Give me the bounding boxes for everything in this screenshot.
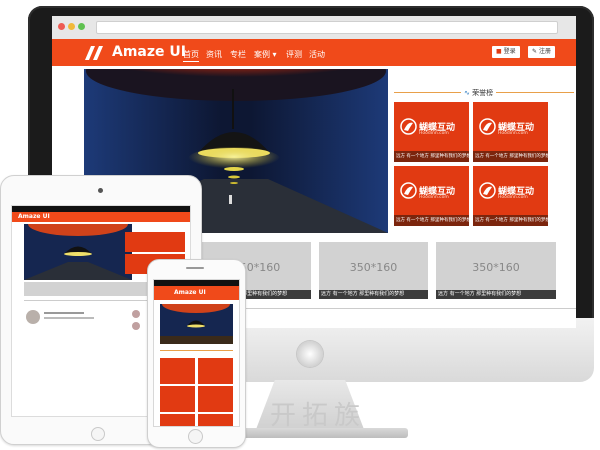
nav-item-cases[interactable]: 案例 ▾ — [254, 49, 277, 60]
user-icon: ■ — [496, 48, 504, 55]
minimize-dot-icon[interactable] — [68, 23, 75, 30]
register-button[interactable]: ✎ 注册 — [528, 46, 555, 58]
tablet-hero-image[interactable] — [24, 224, 132, 280]
phone-brand[interactable]: Amaze UI — [174, 289, 206, 296]
nav-item-review[interactable]: 评测 — [286, 49, 302, 60]
nav-item-news[interactable]: 资讯 — [206, 49, 222, 60]
honor-tile[interactable]: 蝴蝶互动 Hoodinn.com 远方 有一个地方 那里种有我们的梦想 — [394, 102, 469, 162]
browser-chrome — [52, 16, 576, 40]
tablet-brand[interactable]: Amaze UI — [18, 213, 50, 220]
tile-url: Hoodinn.com — [419, 195, 449, 200]
section-title-label: 荣誉榜 — [472, 89, 494, 97]
brand-name[interactable]: Amaze UI — [112, 44, 186, 60]
butterfly-logo-icon — [479, 182, 496, 199]
tile-caption: 远方 有一个地方 那里种有我们的梦想 — [473, 151, 548, 162]
tile-caption: 远方 有一个地方 那里种有我们的梦想 — [473, 215, 548, 226]
apple-logo-icon — [297, 341, 323, 367]
tablet-home-button[interactable] — [91, 427, 105, 441]
avatar[interactable] — [26, 310, 40, 324]
maximize-dot-icon[interactable] — [78, 23, 85, 30]
phone-screen: Amaze UI — [153, 279, 240, 427]
butterfly-logo-icon — [400, 182, 417, 199]
nav-item-column[interactable]: 专栏 — [230, 49, 246, 60]
placeholder-image[interactable]: 350*160 — [319, 242, 428, 290]
tile-url: Hoodinn.com — [419, 131, 449, 136]
nav-item-events[interactable]: 活动 — [309, 49, 325, 60]
phone-tile[interactable] — [198, 386, 233, 412]
tile-url: Hoodinn.com — [498, 195, 528, 200]
phone-tile[interactable] — [160, 386, 195, 412]
nav-item-home[interactable]: 首页 — [183, 49, 199, 62]
butterfly-logo-icon — [479, 118, 496, 135]
honor-tile[interactable]: 蝴蝶互动 Hoodinn.com 远方 有一个地方 那里种有我们的梦想 — [473, 166, 548, 226]
phone-hero-image[interactable] — [160, 304, 233, 344]
phone-tile[interactable] — [198, 358, 233, 384]
butterfly-logo-icon — [400, 118, 417, 135]
tile-caption: 远方 有一个地方 那里种有我们的梦想 — [394, 215, 469, 226]
amaze-small-icon: ∿ — [464, 89, 473, 97]
watermark-calligraphy: 开拓族 — [270, 401, 367, 431]
avatar[interactable] — [132, 322, 140, 330]
tablet-camera-icon — [98, 188, 103, 193]
amaze-logo-icon[interactable] — [84, 45, 106, 61]
placeholder-caption: 远方 有一个地方 那里种有我们的梦想 — [319, 290, 428, 299]
close-dot-icon[interactable] — [58, 23, 65, 30]
section-title: ∿ 荣誉榜 — [461, 88, 497, 98]
tile-url: Hoodinn.com — [498, 131, 528, 136]
login-label: 登录 — [503, 48, 516, 55]
phone-tile[interactable] — [160, 358, 195, 384]
phone-tile[interactable] — [160, 414, 195, 426]
phone-speaker — [186, 267, 204, 269]
address-bar[interactable] — [96, 21, 558, 34]
placeholder-image[interactable]: 350*160 — [436, 242, 556, 290]
tile-caption: 远方 有一个地方 那里种有我们的梦想 — [394, 151, 469, 162]
phone-home-button[interactable] — [188, 429, 203, 444]
tablet-tile[interactable] — [125, 232, 185, 252]
honor-tile[interactable]: 蝴蝶互动 Hoodinn.com 远方 有一个地方 那里种有我们的梦想 — [394, 166, 469, 226]
phone-divider — [160, 350, 233, 351]
phone-tile[interactable] — [198, 414, 233, 426]
pencil-icon: ✎ — [532, 48, 539, 55]
login-button[interactable]: ■ 登录 — [492, 46, 520, 58]
text-line — [44, 317, 94, 319]
text-line — [44, 312, 84, 314]
avatar[interactable] — [132, 310, 140, 318]
placeholder-caption: 远方 有一个地方 那里种有我们的梦想 — [436, 290, 556, 299]
register-label: 注册 — [538, 48, 551, 55]
honor-tile[interactable]: 蝴蝶互动 Hoodinn.com 远方 有一个地方 那里种有我们的梦想 — [473, 102, 548, 162]
